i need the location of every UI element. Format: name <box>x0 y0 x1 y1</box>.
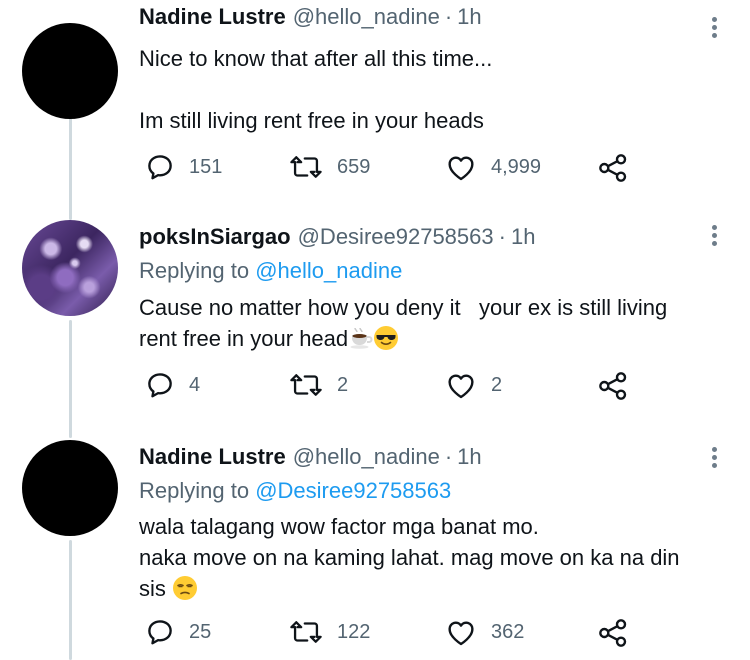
reply-button[interactable]: 4 <box>145 370 200 400</box>
replying-to: Replying to @Desiree92758563 <box>139 478 451 504</box>
replying-to-mention[interactable]: @Desiree92758563 <box>255 478 451 503</box>
tweet-text: Cause no matter how you deny it your ex … <box>139 292 667 354</box>
tweet[interactable]: Nadine Lustre @hello_nadine · 1h Replyin… <box>0 440 750 660</box>
like-icon <box>448 621 474 646</box>
retweet-button[interactable]: 659 <box>289 152 370 182</box>
retweet-icon <box>290 621 322 643</box>
tweet[interactable]: poksInSiargao @Desiree92758563 · 1h Repl… <box>0 220 750 435</box>
like-icon <box>448 156 474 181</box>
share-icon <box>599 619 627 647</box>
unamused-face-emoji <box>173 576 198 600</box>
more-options-icon[interactable] <box>704 14 724 44</box>
retweet-count: 2 <box>337 373 349 396</box>
retweet-icon <box>290 156 322 178</box>
avatar[interactable] <box>22 440 118 536</box>
separator-dot: · <box>444 4 453 29</box>
replying-to-mention[interactable]: @hello_nadine <box>255 258 402 283</box>
like-button[interactable]: 362 <box>445 617 524 647</box>
retweet-count: 659 <box>337 155 371 178</box>
share-button[interactable] <box>597 152 629 184</box>
user-handle[interactable]: @hello_nadine <box>293 4 440 30</box>
like-count: 2 <box>491 373 503 396</box>
smiling-face-with-sunglasses-emoji <box>374 326 399 350</box>
display-name[interactable]: Nadine Lustre <box>139 444 286 470</box>
user-handle[interactable]: @hello_nadine <box>293 444 440 470</box>
like-count: 362 <box>491 620 525 643</box>
reply-button[interactable]: 25 <box>145 617 211 647</box>
tweet-text-line: Nice to know that after all this time... <box>139 46 493 71</box>
replying-to: Replying to @hello_nadine <box>139 258 402 284</box>
retweet-button[interactable]: 122 <box>289 617 370 647</box>
tweet-text-line: sis <box>139 576 166 601</box>
tweet[interactable]: Nadine Lustre @hello_nadine · 1h Nice to… <box>0 0 750 215</box>
timestamp[interactable]: 1h <box>457 444 481 470</box>
tweet-actions: 151 659 4,999 <box>139 152 739 188</box>
replying-to-label: Replying to <box>139 258 250 283</box>
retweet-icon <box>290 374 322 396</box>
hot-beverage-emoji <box>349 326 374 350</box>
like-button[interactable]: 2 <box>445 370 502 400</box>
reply-count: 25 <box>189 620 212 643</box>
timestamp[interactable]: 1h <box>511 224 535 250</box>
tweet-header: poksInSiargao @Desiree92758563 · 1h <box>139 224 535 250</box>
tweet-text-line: Cause no matter how you deny it your ex … <box>139 295 668 320</box>
tweet-text-line: naka move on na kaming lahat. mag move o… <box>139 545 680 570</box>
retweet-button[interactable]: 2 <box>289 370 348 400</box>
like-icon <box>448 374 474 399</box>
tweet-text-line: wala talagang wow factor mga banat mo. <box>139 514 539 539</box>
separator-dot: · <box>444 444 453 469</box>
tweet-text: Nice to know that after all this time...… <box>139 43 492 136</box>
reply-button[interactable]: 151 <box>145 152 222 182</box>
share-icon <box>599 372 627 400</box>
user-handle[interactable]: @Desiree92758563 <box>298 224 494 250</box>
avatar[interactable] <box>22 220 118 316</box>
share-button[interactable] <box>597 617 629 649</box>
display-name[interactable]: poksInSiargao <box>139 224 291 250</box>
reply-icon <box>148 373 172 398</box>
more-options-icon[interactable] <box>704 222 724 252</box>
separator-dot: · <box>498 224 506 249</box>
tweet-header: Nadine Lustre @hello_nadine · 1h <box>139 444 482 470</box>
share-button[interactable] <box>597 370 629 402</box>
like-button[interactable]: 4,999 <box>445 152 541 182</box>
reply-icon <box>148 620 172 645</box>
reply-count: 151 <box>189 155 223 178</box>
reply-count: 4 <box>189 373 201 396</box>
more-options-icon[interactable] <box>704 444 724 474</box>
share-icon <box>599 154 627 182</box>
display-name[interactable]: Nadine Lustre <box>139 4 286 30</box>
avatar[interactable] <box>22 23 118 119</box>
tweet-actions: 4 2 2 <box>139 370 739 406</box>
timestamp[interactable]: 1h <box>457 4 481 30</box>
tweet-text-line: rent free in your head <box>139 326 349 351</box>
replying-to-label: Replying to <box>139 478 250 503</box>
tweet-actions: 25 122 362 <box>139 617 739 653</box>
reply-icon <box>148 155 172 180</box>
retweet-count: 122 <box>337 620 371 643</box>
like-count: 4,999 <box>491 155 542 178</box>
tweet-text: wala talagang wow factor mga banat mo. n… <box>139 511 680 604</box>
tweet-header: Nadine Lustre @hello_nadine · 1h <box>139 4 482 30</box>
tweet-text-line: Im still living rent free in your heads <box>139 108 484 133</box>
